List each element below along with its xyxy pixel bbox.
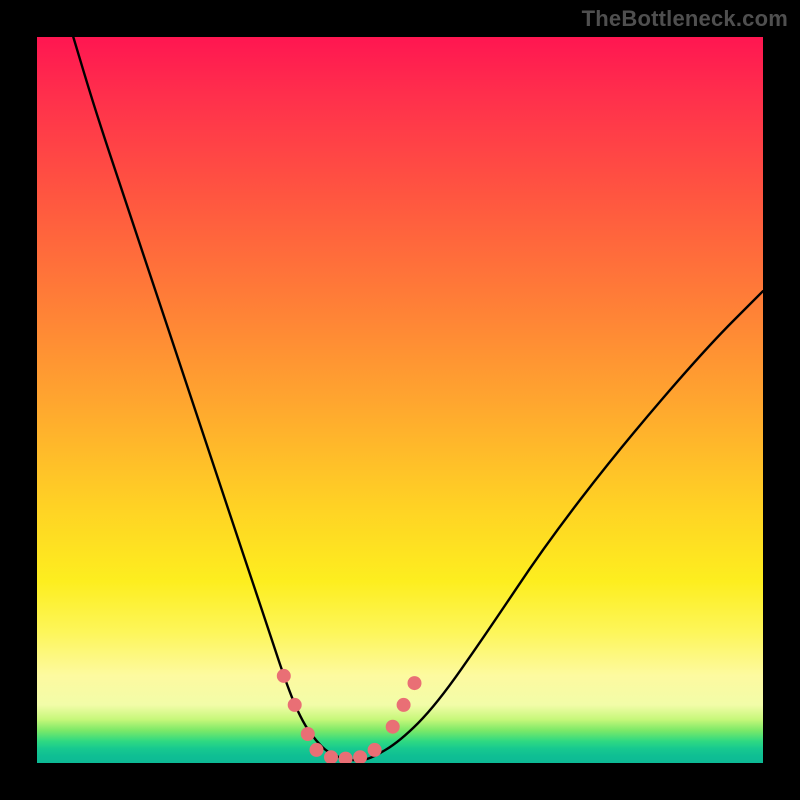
highlight-marker — [386, 720, 400, 734]
highlight-marker — [310, 743, 324, 757]
highlight-marker — [324, 750, 338, 763]
highlight-marker — [353, 750, 367, 763]
plot-area — [37, 37, 763, 763]
highlight-marker — [301, 727, 315, 741]
highlight-marker — [288, 698, 302, 712]
highlight-marker — [408, 676, 422, 690]
chart-frame: TheBottleneck.com — [0, 0, 800, 800]
marker-group — [277, 669, 422, 763]
watermark-label: TheBottleneck.com — [582, 6, 788, 32]
highlight-marker — [368, 743, 382, 757]
highlight-marker — [277, 669, 291, 683]
curve-path — [73, 37, 763, 760]
highlight-marker — [397, 698, 411, 712]
highlight-marker — [339, 752, 353, 763]
chart-svg — [37, 37, 763, 763]
